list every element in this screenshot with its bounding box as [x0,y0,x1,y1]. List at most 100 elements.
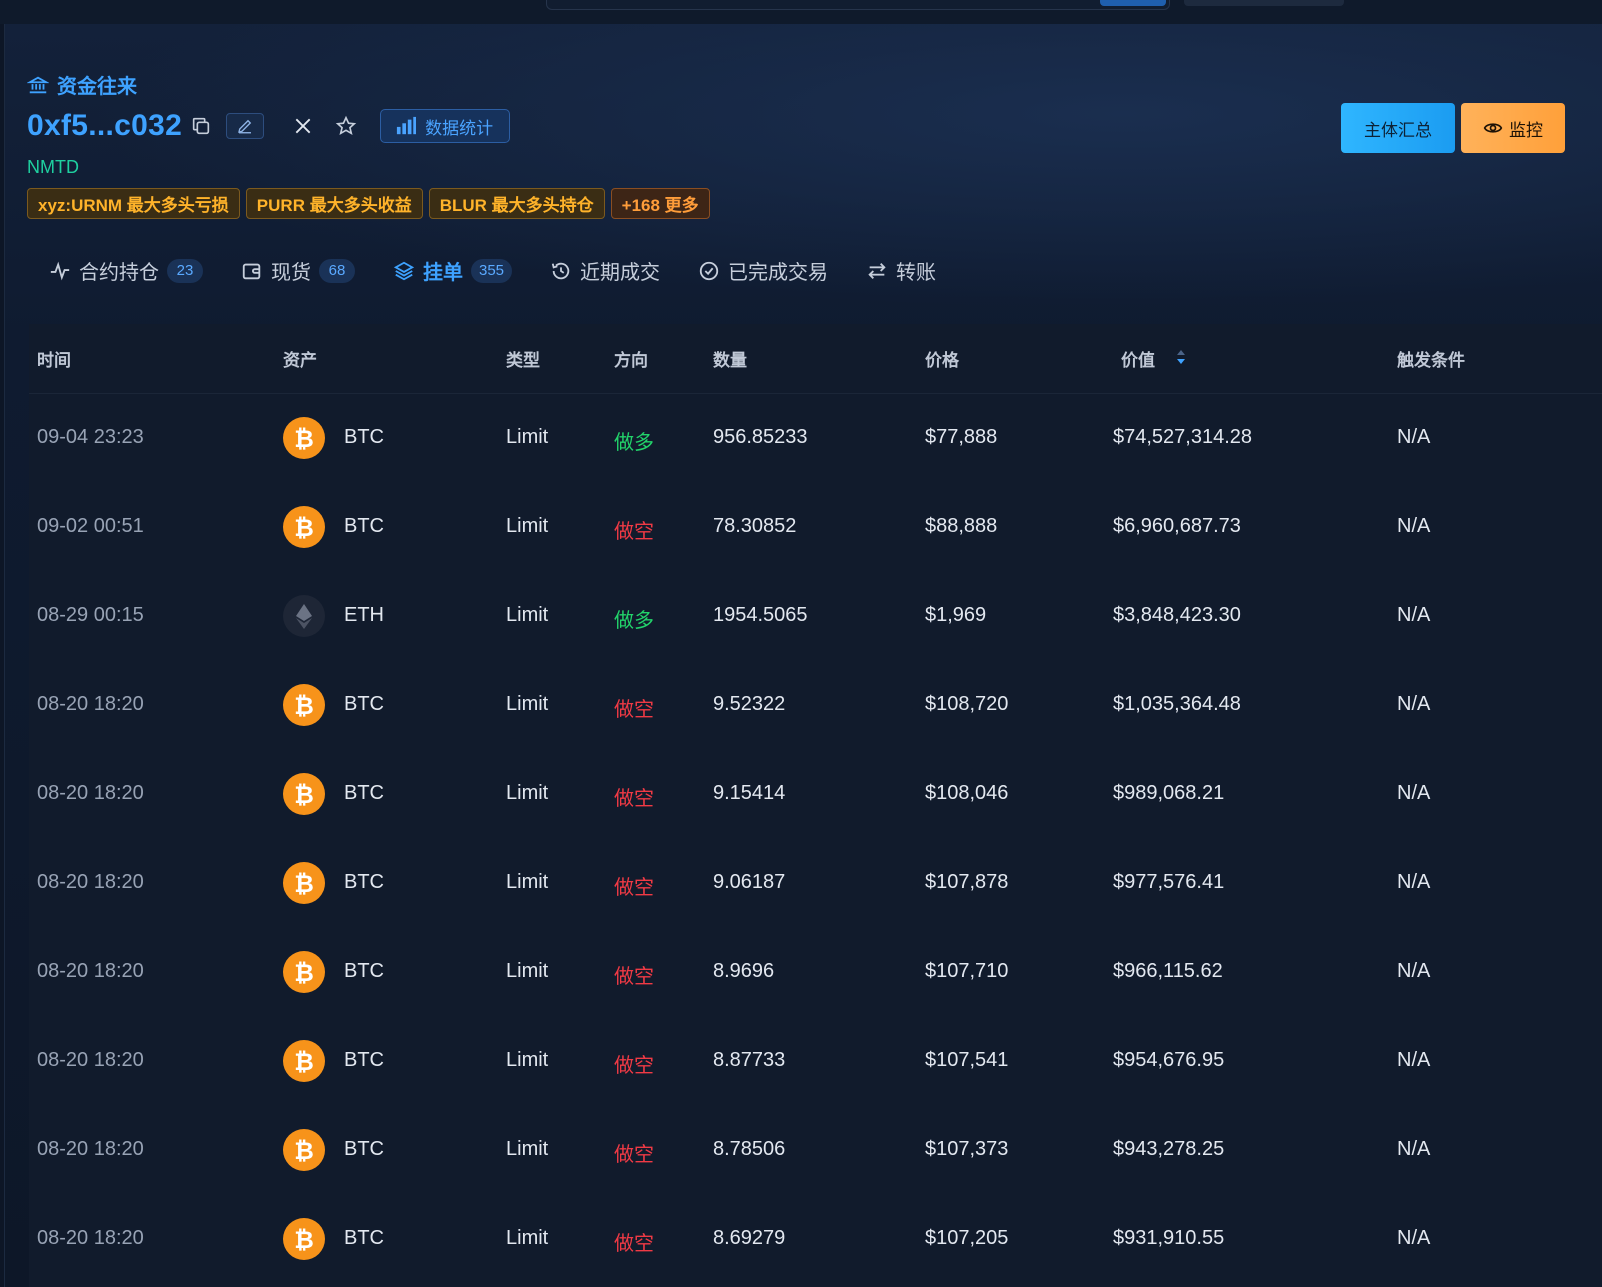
tag-badge[interactable]: PURR 最大多头收益 [245,188,423,219]
column-header-trigger[interactable]: 触发条件 [1397,346,1465,371]
cell-trigger: N/A [1397,1049,1431,1071]
cell-asset: BTC [344,960,384,982]
cell-side: 做空 [614,966,654,988]
address-panel: 资金往来 0xf5...c032 数据统计 NMTD xyz:URNM 最大多头… [4,24,1602,1287]
table-row[interactable]: ₿ 09-04 23:23 BTC Limit 做多 956.85233 $77,888 $7… [29,394,1602,483]
cell-type: Limit [506,693,549,715]
data-stats-button[interactable]: 数据统计 [380,109,511,143]
edit-label-button[interactable] [226,113,265,139]
monitor-label: 监控 [1509,120,1543,140]
column-header-type[interactable]: 类型 [506,346,540,371]
tab-label: 转账 [896,262,937,284]
svg-text:₿: ₿ [294,692,314,720]
tab-label: 已完成交易 [728,262,829,284]
table-row[interactable]: ₿ 08-20 18:20 BTC Limit 做空 9.06187 $107,878 $97… [29,839,1602,928]
bitcoin-icon: ₿ [283,862,325,904]
tab-label: 现货 [271,262,311,284]
svg-text:₿: ₿ [294,1048,314,1076]
x-twitter-icon[interactable] [292,115,314,137]
cell-trigger: N/A [1397,604,1431,626]
cell-side: 做空 [614,521,654,543]
cell-time: 08-20 18:20 [37,1049,144,1071]
copy-icon[interactable] [190,115,212,137]
cell-side: 做空 [614,877,654,899]
table-row[interactable]: 08-29 00:15 ETH Limit 做多 1954.5065 $1,969 $3,8… [29,572,1602,661]
top-bar [0,0,1602,24]
tab-completed-trades[interactable]: 已完成交易 [698,256,828,285]
column-header-side[interactable]: 方向 [614,346,648,371]
cell-price: $108,720 [925,693,1009,715]
svg-text:₿: ₿ [294,514,314,542]
cell-price: $88,888 [925,515,998,537]
cell-side: 做空 [614,1233,654,1255]
cell-value: $3,848,423.30 [1113,604,1241,626]
column-header-quantity[interactable]: 数量 [713,346,747,371]
column-header-price[interactable]: 价格 [925,346,959,371]
search-input[interactable] [546,0,1170,10]
layers-icon [393,261,415,280]
cell-quantity: 9.06187 [713,871,786,893]
pulse-icon [50,261,70,280]
top-bar-action[interactable] [1184,0,1344,6]
tag-badge[interactable]: xyz:URNM 最大多头亏损 [27,188,240,219]
wallet-address: 0xf5...c032 [27,109,183,142]
wallet-icon [242,263,261,279]
more-tags-button[interactable]: +168 更多 [610,188,710,219]
table-row[interactable]: ₿ 08-20 18:20 BTC Limit 做空 9.15414 $108,046 $98… [29,750,1602,839]
cell-price: $107,878 [925,871,1009,893]
tag-badge[interactable]: BLUR 最大多头持仓 [428,188,605,219]
cell-value: $966,115.62 [1113,960,1223,982]
tab-open-orders[interactable]: 挂单 355 [393,256,513,285]
cell-value: $74,527,314.28 [1113,426,1253,448]
cell-value: $989,068.21 [1113,782,1225,804]
cell-time: 08-29 00:15 [37,604,144,626]
tab-transfers[interactable]: 转账 [866,256,936,285]
bitcoin-icon: ₿ [283,684,325,726]
table-row[interactable]: ₿ 09-02 00:51 BTC Limit 做空 78.30852 $88,888 $6,… [29,483,1602,572]
cell-quantity: 8.87733 [713,1049,786,1071]
sort-icon[interactable] [1175,349,1187,365]
tab-contract-positions[interactable]: 合约持仓 23 [49,256,203,285]
cell-asset: BTC [344,515,384,537]
cell-trigger: N/A [1397,782,1431,804]
data-stats-label: 数据统计 [425,118,494,138]
table-row[interactable]: ₿ 08-20 18:20 BTC Limit 做空 9.52322 $108,720 $1,… [29,661,1602,750]
count-badge: 355 [471,258,513,283]
cell-value: $6,960,687.73 [1113,515,1241,537]
search-button[interactable] [1100,0,1166,6]
cell-value: $1,035,364.48 [1113,693,1241,715]
table-row[interactable]: ₿ 08-20 18:20 BTC Limit 做空 8.69279 $107,205 $93… [29,1195,1602,1284]
table-row[interactable]: ₿ 08-20 18:20 BTC Limit 做空 8.9696 $107,710 $966… [29,928,1602,1017]
bitcoin-icon: ₿ [283,417,325,459]
cell-side: 做多 [614,432,654,454]
cell-type: Limit [506,871,549,893]
check-circle-icon [699,261,719,280]
cell-side: 做空 [614,1055,654,1077]
section-title[interactable]: 资金往来 [27,70,137,99]
cell-type: Limit [506,782,549,804]
transfer-icon [868,262,886,279]
cell-time: 08-20 18:20 [37,693,144,715]
cell-asset: BTC [344,1049,384,1071]
tab-spot[interactable]: 现货 68 [241,256,355,285]
star-icon[interactable] [334,114,358,138]
cell-asset: BTC [344,1227,384,1249]
table-row[interactable]: ₿ 08-20 18:20 BTC Limit 做空 8.87733 $107,541 $95… [29,1017,1602,1106]
cell-price: $107,373 [925,1138,1009,1160]
cell-trigger: N/A [1397,960,1431,982]
column-header-time[interactable]: 时间 [37,346,71,371]
tab-label: 合约持仓 [79,262,159,284]
bitcoin-icon: ₿ [283,1040,325,1082]
entity-summary-button[interactable]: 主体汇总 [1341,103,1455,153]
cell-time: 08-20 18:20 [37,960,144,982]
monitor-button[interactable]: 监控 [1461,103,1565,153]
cell-trigger: N/A [1397,1138,1431,1160]
tab-recent-trades[interactable]: 近期成交 [550,256,660,285]
column-header-value[interactable]: 价值 [1121,346,1155,371]
cell-price: $107,710 [925,960,1009,982]
column-header-asset[interactable]: 资产 [283,346,317,371]
svg-text:₿: ₿ [294,1226,314,1254]
table-row[interactable]: ₿ 08-20 18:20 BTC Limit 做空 8.78506 $107,373 $94… [29,1106,1602,1195]
count-badge: 68 [319,258,355,283]
tab-label: 近期成交 [580,262,661,284]
